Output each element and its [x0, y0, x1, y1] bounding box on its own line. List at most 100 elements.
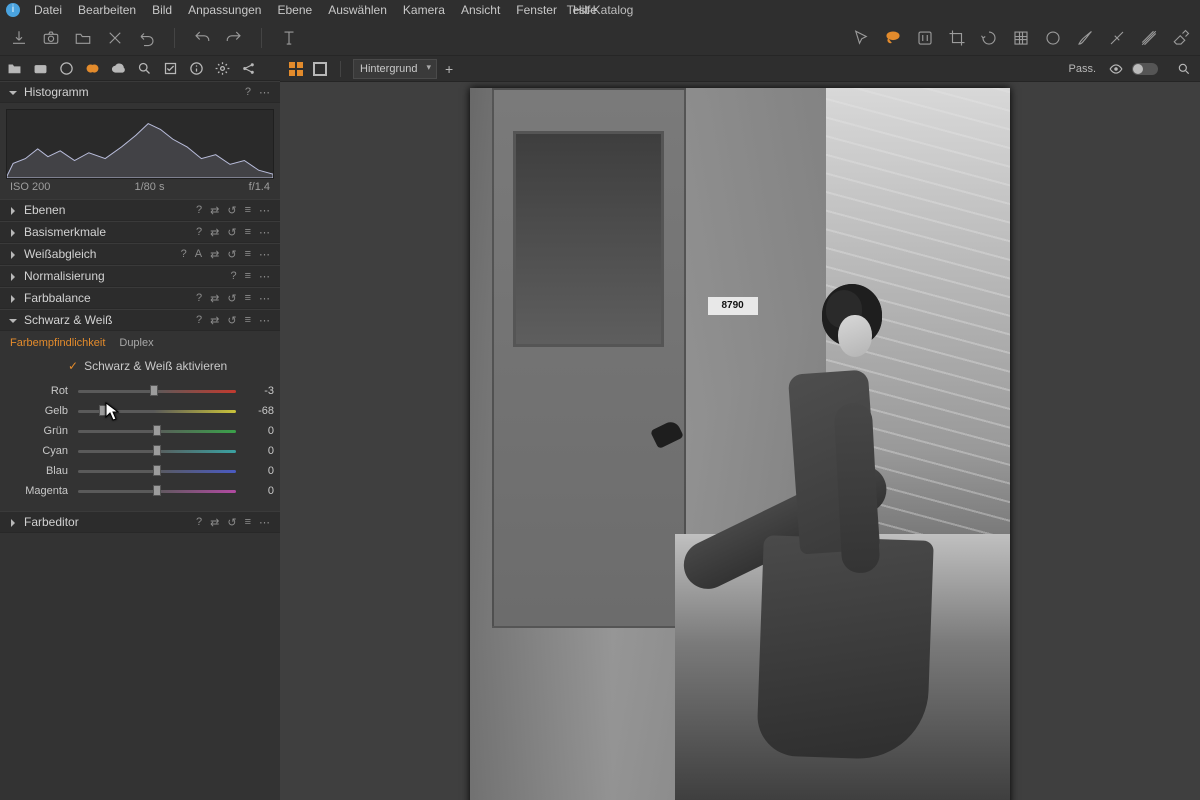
slider-track[interactable]: [78, 404, 236, 418]
menu-icon[interactable]: ≡: [243, 248, 253, 260]
brush-tool-icon[interactable]: [1076, 29, 1094, 47]
revert-icon[interactable]: [138, 29, 156, 47]
reset-icon[interactable]: ↺: [225, 516, 238, 529]
more-icon[interactable]: ⋯: [257, 292, 272, 305]
camera-icon[interactable]: [42, 29, 60, 47]
menu-edit[interactable]: Bearbeiten: [70, 1, 144, 19]
bw-activate-checkbox[interactable]: ✓ Schwarz & Weiß aktivieren: [6, 355, 274, 381]
panel-wb-header[interactable]: Weißabgleich ?A⇄↺≡⋯: [0, 243, 280, 265]
link-icon[interactable]: ⇄: [208, 226, 221, 239]
slider-track[interactable]: [78, 384, 236, 398]
panel-bw-header[interactable]: Schwarz & Weiß ?⇄↺≡⋯: [0, 309, 280, 331]
folder-icon[interactable]: [74, 29, 92, 47]
more-icon[interactable]: ⋯: [257, 86, 272, 99]
reset-icon[interactable]: ↺: [225, 314, 238, 327]
grid-view-icon[interactable]: [288, 61, 304, 77]
search-icon[interactable]: [1176, 61, 1192, 77]
more-icon[interactable]: ⋯: [257, 226, 272, 239]
tab-share-icon[interactable]: [240, 60, 256, 76]
layer-select[interactable]: Hintergrund: [353, 59, 437, 79]
menu-icon[interactable]: ≡: [243, 270, 253, 282]
import-icon[interactable]: [10, 29, 28, 47]
help-icon[interactable]: ?: [194, 226, 204, 238]
link-icon[interactable]: ⇄: [208, 204, 221, 217]
redo-icon[interactable]: [225, 29, 243, 47]
slider-thumb[interactable]: [99, 405, 107, 416]
more-icon[interactable]: ⋯: [257, 516, 272, 529]
tab-sensitivity[interactable]: Farbempfindlichkeit: [10, 337, 105, 349]
help-icon[interactable]: ?: [243, 86, 253, 98]
viewport[interactable]: 8790: [280, 82, 1200, 800]
tab-search-icon[interactable]: [136, 60, 152, 76]
eye-icon[interactable]: [1108, 61, 1124, 77]
slider-rot[interactable]: Rot-3: [6, 381, 274, 401]
panel-norm-header[interactable]: Normalisierung ?≡⋯: [0, 265, 280, 287]
help-icon[interactable]: ?: [228, 270, 238, 282]
undo-icon[interactable]: [193, 29, 211, 47]
menu-window[interactable]: Fenster: [508, 1, 565, 19]
menu-icon[interactable]: ≡: [243, 314, 253, 326]
slider-track[interactable]: [78, 444, 236, 458]
slider-thumb[interactable]: [153, 425, 161, 436]
menu-image[interactable]: Bild: [144, 1, 180, 19]
tab-info-icon[interactable]: [188, 60, 204, 76]
slider-magenta[interactable]: Magenta0: [6, 481, 274, 501]
menu-icon[interactable]: ≡: [243, 204, 253, 216]
slider-track[interactable]: [78, 484, 236, 498]
tab-check-icon[interactable]: [162, 60, 178, 76]
help-icon[interactable]: ?: [194, 516, 204, 528]
tab-gear-icon[interactable]: [214, 60, 230, 76]
tab-cloud-icon[interactable]: [110, 60, 126, 76]
panel-farbbal-header[interactable]: Farbbalance ?⇄↺≡⋯: [0, 287, 280, 309]
crop-tool-icon[interactable]: [948, 29, 966, 47]
auto-icon[interactable]: A: [193, 248, 204, 260]
rotate-tool-icon[interactable]: [980, 29, 998, 47]
panel-farbeditor-header[interactable]: Farbeditor ?⇄↺≡⋯: [0, 511, 280, 533]
menu-layer[interactable]: Ebene: [269, 1, 320, 19]
menu-icon[interactable]: ≡: [243, 516, 253, 528]
slider-track[interactable]: [78, 464, 236, 478]
reset-icon[interactable]: ↺: [225, 204, 238, 217]
link-icon[interactable]: ⇄: [208, 248, 221, 261]
link-icon[interactable]: ⇄: [208, 516, 221, 529]
tab-camera-icon[interactable]: [32, 60, 48, 76]
sync-tool-icon[interactable]: [916, 29, 934, 47]
slider-thumb[interactable]: [153, 465, 161, 476]
menu-camera[interactable]: Kamera: [395, 1, 453, 19]
heal-tool-icon[interactable]: [1108, 29, 1126, 47]
reset-icon[interactable]: ↺: [225, 226, 238, 239]
help-icon[interactable]: ?: [179, 248, 189, 260]
add-layer-button[interactable]: +: [445, 61, 453, 77]
menu-view[interactable]: Ansicht: [453, 1, 508, 19]
slider-blau[interactable]: Blau0: [6, 461, 274, 481]
compare-toggle[interactable]: [1132, 63, 1158, 75]
arrow-tool-icon[interactable]: [852, 29, 870, 47]
slider-gelb[interactable]: Gelb-68: [6, 401, 274, 421]
panel-histogram-header[interactable]: Histogramm ?⋯: [0, 81, 280, 103]
help-icon[interactable]: ?: [194, 292, 204, 304]
help-icon[interactable]: ?: [194, 204, 204, 216]
tab-adjust-icon[interactable]: [84, 60, 100, 76]
slider-gruen[interactable]: Grün0: [6, 421, 274, 441]
slider-thumb[interactable]: [153, 485, 161, 496]
more-icon[interactable]: ⋯: [257, 248, 272, 261]
menu-icon[interactable]: ≡: [243, 226, 253, 238]
menu-select[interactable]: Auswählen: [320, 1, 395, 19]
single-view-icon[interactable]: [312, 61, 328, 77]
tab-folder-icon[interactable]: [6, 60, 22, 76]
slider-track[interactable]: [78, 424, 236, 438]
gradient-tool-icon[interactable]: [1140, 29, 1158, 47]
more-icon[interactable]: ⋯: [257, 204, 272, 217]
panel-basis-header[interactable]: Basismerkmale ?⇄↺≡⋯: [0, 221, 280, 243]
help-icon[interactable]: ?: [194, 314, 204, 326]
slider-thumb[interactable]: [153, 445, 161, 456]
link-icon[interactable]: ⇄: [208, 314, 221, 327]
more-icon[interactable]: ⋯: [257, 314, 272, 327]
shape-tool-icon[interactable]: [1044, 29, 1062, 47]
text-icon[interactable]: [280, 29, 298, 47]
menu-adjust[interactable]: Anpassungen: [180, 1, 269, 19]
menu-file[interactable]: Datei: [26, 1, 70, 19]
menu-icon[interactable]: ≡: [243, 292, 253, 304]
lasso-tool-icon[interactable]: [884, 29, 902, 47]
link-icon[interactable]: ⇄: [208, 292, 221, 305]
